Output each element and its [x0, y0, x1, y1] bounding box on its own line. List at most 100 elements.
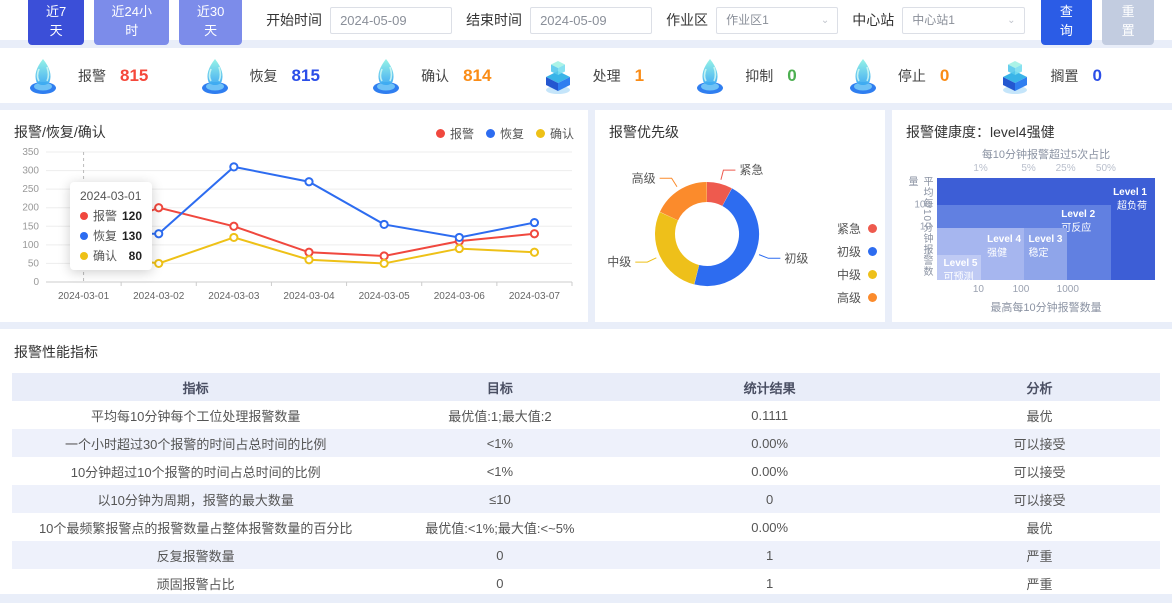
stat-label: 确认: [421, 66, 449, 86]
svg-text:2024-03-03: 2024-03-03: [208, 291, 260, 302]
series-dot-icon: [80, 212, 88, 220]
series-dot-icon: [80, 232, 88, 240]
stat-item-4: 处理1: [537, 55, 644, 97]
table-header-row: 指标 目标 统计结果 分析: [12, 373, 1160, 401]
legend-dot-icon: [868, 224, 877, 233]
table-row: 一个小时超过30个报警的时间占总时间的比例<1%0.00%可以接受: [12, 429, 1160, 457]
health-axis-tick: 1: [925, 246, 931, 257]
health-label-level1: Level 1超负荷: [1113, 186, 1147, 214]
stat-label: 处理: [593, 66, 621, 86]
tooltip-row: 报警120: [80, 207, 142, 224]
handle-cube-icon: [537, 55, 579, 97]
col-header-analysis: 分析: [919, 373, 1160, 401]
work-area-label: 作业区: [666, 10, 708, 30]
legend-dot-icon: [868, 270, 877, 279]
donut-legend: 紧急初级中级高级: [837, 220, 877, 312]
tooltip-row: 恢复130: [80, 227, 142, 244]
alarm-stats-bar: 报警815 恢复815 确认814 处理1 抑制0 停止0 搁置0: [0, 48, 1172, 103]
legend-dot-icon: [868, 293, 877, 302]
table-cell: 0: [379, 569, 620, 597]
range-24hours-button[interactable]: 近24小时: [94, 0, 169, 45]
alarm-trend-card: 报警/恢复/确认 报警恢复确认 050100150200250300350202…: [0, 110, 588, 322]
table-cell: <1%: [379, 457, 620, 485]
query-button[interactable]: 查询: [1041, 0, 1093, 45]
col-header-indicator: 指标: [12, 373, 379, 401]
legend-item-报警[interactable]: 报警: [436, 125, 474, 142]
table-row: 10分钟超过10个报警的时间占总时间的比例<1%0.00%可以接受: [12, 457, 1160, 485]
svg-text:2024-03-02: 2024-03-02: [133, 291, 185, 302]
svg-text:150: 150: [22, 221, 39, 232]
table-cell: ≤10: [379, 485, 620, 513]
table-cell: 一个小时超过30个报警的时间占总时间的比例: [12, 429, 379, 457]
table-cell: 10分钟超过10个报警的时间占总时间的比例: [12, 457, 379, 485]
confirm-beacon-icon: [365, 55, 407, 97]
table-cell: 0.00%: [620, 429, 918, 457]
health-axis-tick: 100: [914, 199, 931, 210]
alarm-health-card: 报警健康度：level4强健 每10分钟报警超过5次占比 平均每10分钟报警数量…: [892, 110, 1172, 322]
stat-label: 报警: [78, 66, 106, 86]
table-row: 平均每10分钟每个工位处理报警数量最优值:1;最大值:20.1111最优: [12, 401, 1160, 429]
alarm-beacon-icon: [22, 55, 64, 97]
work-area-select[interactable]: 作业区1 ⌄: [716, 7, 838, 34]
donut-legend-item-初级[interactable]: 初级: [837, 243, 877, 260]
svg-text:初级: 初级: [784, 251, 808, 265]
table-cell: 0.1111: [620, 401, 918, 429]
donut-legend-item-中级[interactable]: 中级: [837, 266, 877, 283]
chart-tooltip: 2024-03-01 报警120恢复130确认80: [70, 182, 152, 270]
col-header-target: 目标: [379, 373, 620, 401]
svg-text:2024-03-07: 2024-03-07: [509, 291, 561, 302]
stat-value: 0: [940, 66, 949, 86]
svg-text:2024-03-05: 2024-03-05: [359, 291, 411, 302]
stat-item-3: 确认 814: [365, 55, 491, 97]
table-cell: 可以接受: [919, 429, 1160, 457]
line-chart-title: 报警/恢复/确认: [14, 122, 106, 142]
stat-value: 815: [292, 66, 320, 86]
legend-item-确认[interactable]: 确认: [536, 125, 574, 142]
table-cell: 可以接受: [919, 457, 1160, 485]
health-label-level4: Level 4强健: [987, 233, 1021, 261]
health-level-chart[interactable]: Level 1超负荷Level 2可反应Level 3稳定Level 4强健Le…: [937, 178, 1155, 280]
range-30days-button[interactable]: 近30天: [179, 0, 242, 45]
table-row: 以10分钟为周期，报警的最大数量≤100可以接受: [12, 485, 1160, 513]
health-chart-title: 报警健康度：level4强健: [906, 122, 1055, 142]
end-time-label: 结束时间: [466, 10, 522, 30]
health-axis-tick: 10: [973, 284, 984, 295]
health-axis-tick: 25%: [1056, 163, 1076, 174]
start-time-input[interactable]: [330, 7, 452, 34]
svg-text:350: 350: [22, 147, 39, 158]
legend-item-恢复[interactable]: 恢复: [486, 125, 524, 142]
svg-text:0: 0: [33, 277, 39, 288]
health-label-level3: Level 3稳定: [1029, 233, 1063, 261]
start-time-label: 开始时间: [266, 10, 322, 30]
table-cell: 严重: [919, 541, 1160, 569]
donut-legend-item-紧急[interactable]: 紧急: [837, 220, 877, 237]
end-time-input[interactable]: [530, 7, 652, 34]
col-header-result: 统计结果: [620, 373, 918, 401]
table-cell: 最优值:1;最大值:2: [379, 401, 620, 429]
svg-text:50: 50: [28, 258, 40, 269]
donut-legend-item-高级[interactable]: 高级: [837, 289, 877, 306]
table-cell: 最优值:<1%;最大值:<~5%: [379, 513, 620, 541]
table-cell: 最优: [919, 401, 1160, 429]
cube-glyph: [537, 55, 579, 97]
chevron-down-icon: ⌄: [821, 8, 829, 33]
performance-table-card: 报警性能指标 指标 目标 统计结果 分析 平均每10分钟每个工位处理报警数量最优…: [0, 329, 1172, 594]
filter-toolbar: 近7天 近24小时 近30天 开始时间 结束时间 作业区 作业区1 ⌄ 中心站 …: [0, 0, 1172, 40]
shelve-cube-icon: [994, 55, 1036, 97]
stat-item-1: 报警815: [22, 55, 148, 97]
table-cell: 可以接受: [919, 485, 1160, 513]
stat-label: 抑制: [745, 66, 773, 86]
range-7days-button[interactable]: 近7天: [28, 0, 84, 45]
stat-item-7: 搁置0: [994, 55, 1101, 97]
reset-button[interactable]: 重置: [1102, 0, 1154, 45]
stat-item-6: 停止0: [842, 55, 949, 97]
health-label-level5: Level 5可预测: [944, 257, 978, 285]
tooltip-row: 确认80: [80, 247, 142, 264]
table-cell: 1: [620, 569, 918, 597]
table-cell: 顽固报警占比: [12, 569, 379, 597]
svg-text:300: 300: [22, 166, 39, 177]
beacon-glyph: [365, 55, 407, 97]
health-axis-tick: 1%: [973, 163, 987, 174]
stat-value: 814: [463, 66, 491, 86]
center-station-select[interactable]: 中心站1 ⌄: [902, 7, 1024, 34]
